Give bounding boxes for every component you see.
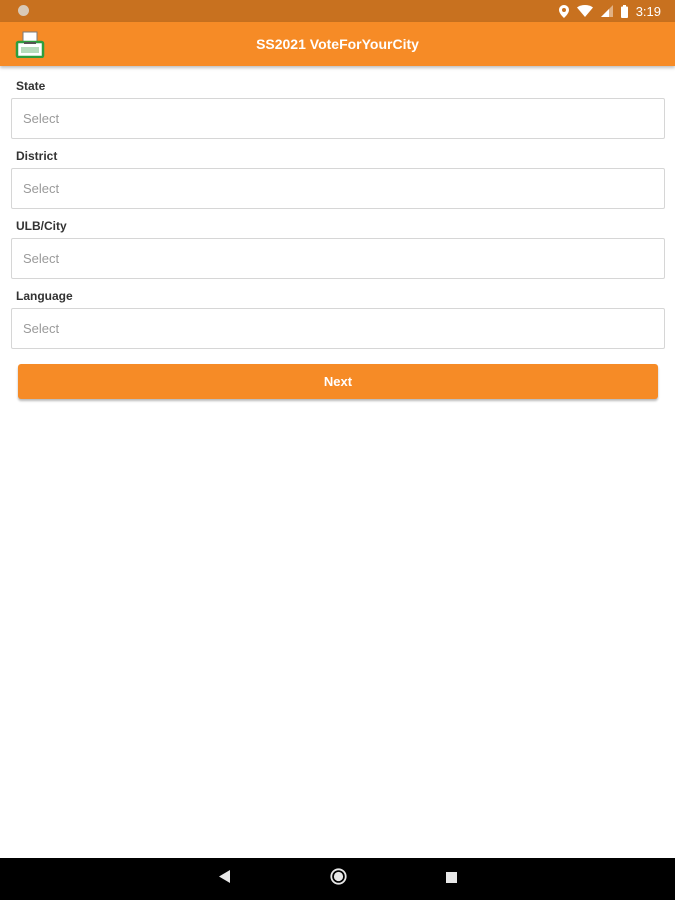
- clock: 3:19: [635, 3, 661, 19]
- status-icons: 3:19: [558, 0, 661, 22]
- city-label: ULB/City: [16, 219, 67, 233]
- location-icon: [558, 4, 569, 18]
- navigation-bar: [0, 858, 675, 900]
- app-bar: SS2021 VoteForYourCity: [0, 22, 675, 66]
- city-select[interactable]: Select: [11, 238, 665, 279]
- status-bar: 3:19: [0, 0, 675, 22]
- signal-icon: [600, 5, 613, 17]
- language-label: Language: [16, 289, 73, 303]
- state-select[interactable]: Select: [11, 98, 665, 139]
- district-label: District: [16, 149, 58, 163]
- battery-icon: [620, 4, 628, 18]
- home-button[interactable]: [323, 858, 353, 900]
- app-title: SS2021 VoteForYourCity: [256, 36, 419, 52]
- notification-dot-icon: [18, 5, 29, 16]
- wifi-icon: [576, 5, 593, 17]
- home-icon: [329, 868, 347, 890]
- district-select[interactable]: Select: [11, 168, 665, 209]
- language-select[interactable]: Select: [11, 308, 665, 349]
- back-icon: [219, 870, 231, 888]
- selection-form: State Select District Select ULB/City Se…: [11, 74, 665, 354]
- recents-icon: [445, 870, 457, 888]
- back-button[interactable]: [210, 858, 240, 900]
- recents-button[interactable]: [436, 858, 466, 900]
- state-label: State: [16, 79, 46, 93]
- next-button[interactable]: Next: [18, 364, 658, 399]
